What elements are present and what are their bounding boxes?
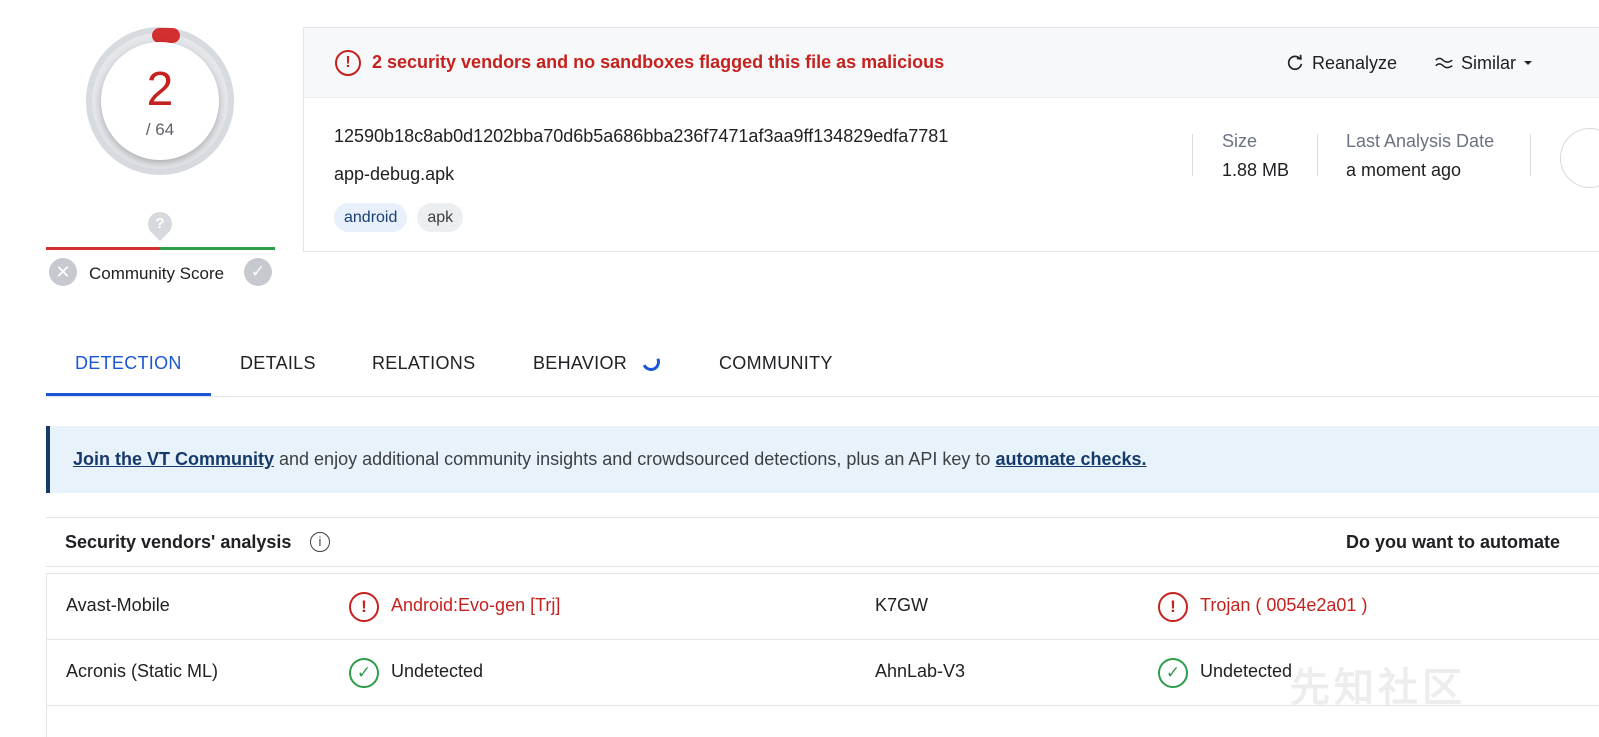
vendor-name: K7GW — [875, 595, 929, 615]
banner-middle-text: and enjoy additional community insights … — [274, 449, 996, 469]
reanalyze-label: Reanalyze — [1312, 52, 1398, 73]
vendors-header: Security vendors' analysis i Do you want… — [46, 517, 1599, 567]
tab-detection[interactable]: DETECTION — [75, 334, 182, 396]
tab-behavior[interactable]: BEHAVIOR — [533, 334, 627, 396]
automate-checks-link[interactable]: automate checks. — [995, 449, 1146, 469]
file-hash[interactable]: 12590b18c8ab0d1202bba70d6b5a686bba236f74… — [334, 126, 948, 147]
join-community-link[interactable]: Join the VT Community — [73, 449, 274, 469]
vendors-title: Security vendors' analysis — [65, 532, 292, 552]
last-analysis-value: a moment ago — [1346, 160, 1462, 180]
size-value: 1.88 MB — [1222, 160, 1290, 180]
watermark: 先知社区 — [1290, 666, 1466, 710]
community-score-label: Community Score — [89, 264, 225, 283]
undetected-check-icon: ✓ — [349, 658, 379, 688]
tag-android[interactable]: android — [334, 203, 408, 232]
malicious-icon: ! — [1158, 592, 1188, 622]
tag-apk[interactable]: apk — [417, 203, 464, 232]
size-label: Size — [1222, 131, 1258, 151]
community-bar-negative — [46, 247, 160, 250]
vote-harmless-icon[interactable]: ✓ — [244, 258, 272, 286]
detection-result: Trojan ( 0054e2a01 ) — [1200, 595, 1368, 615]
detection-result: Android:Evo-gen [Trj] — [391, 595, 561, 615]
active-tab-indicator — [46, 393, 211, 396]
divider — [1317, 134, 1318, 176]
similar-label: Similar — [1461, 52, 1517, 73]
chevron-down-icon — [1524, 61, 1533, 65]
divider — [1530, 134, 1531, 176]
automate-question[interactable]: Do you want to automate — [1346, 532, 1560, 553]
engine-total: / 64 — [145, 120, 175, 139]
info-icon[interactable]: i — [310, 532, 330, 552]
vote-malicious-icon[interactable]: ✕ — [49, 258, 77, 286]
file-tags: android apk — [334, 203, 464, 232]
vendor-name: AhnLab-V3 — [875, 661, 966, 681]
score-indicator-dot — [152, 28, 180, 43]
alert-bar: ! 2 security vendors and no sandboxes fl… — [304, 28, 1599, 98]
question-pin-icon: ? — [143, 207, 177, 241]
divider — [1192, 134, 1193, 176]
loading-spinner-icon — [639, 350, 663, 374]
reanalyze-button[interactable]: Reanalyze — [1284, 50, 1397, 76]
refresh-icon — [1287, 54, 1303, 71]
alert-text: 2 security vendors and no sandboxes flag… — [372, 52, 945, 72]
detection-result: Undetected — [1200, 661, 1293, 681]
undetected-check-icon: ✓ — [1158, 658, 1188, 688]
table-row: Avast-Mobile ! Android:Evo-gen [Trj] K7G… — [46, 573, 1599, 639]
community-banner: Join the VT Community and enjoy addition… — [46, 426, 1599, 493]
alert-icon: ! — [335, 50, 361, 76]
banner-text: Join the VT Community and enjoy addition… — [73, 449, 1147, 470]
detection-result: Undetected — [391, 661, 484, 681]
file-summary-card: ! 2 security vendors and no sandboxes fl… — [303, 27, 1599, 252]
vendor-name: Avast-Mobile — [66, 595, 170, 615]
tab-details[interactable]: DETAILS — [240, 334, 316, 396]
tab-community[interactable]: COMMUNITY — [719, 334, 833, 396]
detection-count: 2 — [146, 63, 174, 116]
file-name: app-debug.apk — [334, 164, 455, 184]
vendor-name: Acronis (Static ML) — [66, 661, 219, 681]
similar-icon — [1435, 57, 1453, 69]
tab-relations[interactable]: RELATIONS — [372, 334, 475, 396]
last-analysis-label: Last Analysis Date — [1346, 131, 1495, 151]
community-bar-positive — [160, 247, 275, 250]
similar-dropdown[interactable]: Similar — [1433, 50, 1534, 76]
file-type-icon — [1560, 128, 1599, 188]
malicious-icon: ! — [349, 592, 379, 622]
report-tabs: DETECTION DETAILS RELATIONS BEHAVIOR COM… — [46, 334, 1599, 397]
